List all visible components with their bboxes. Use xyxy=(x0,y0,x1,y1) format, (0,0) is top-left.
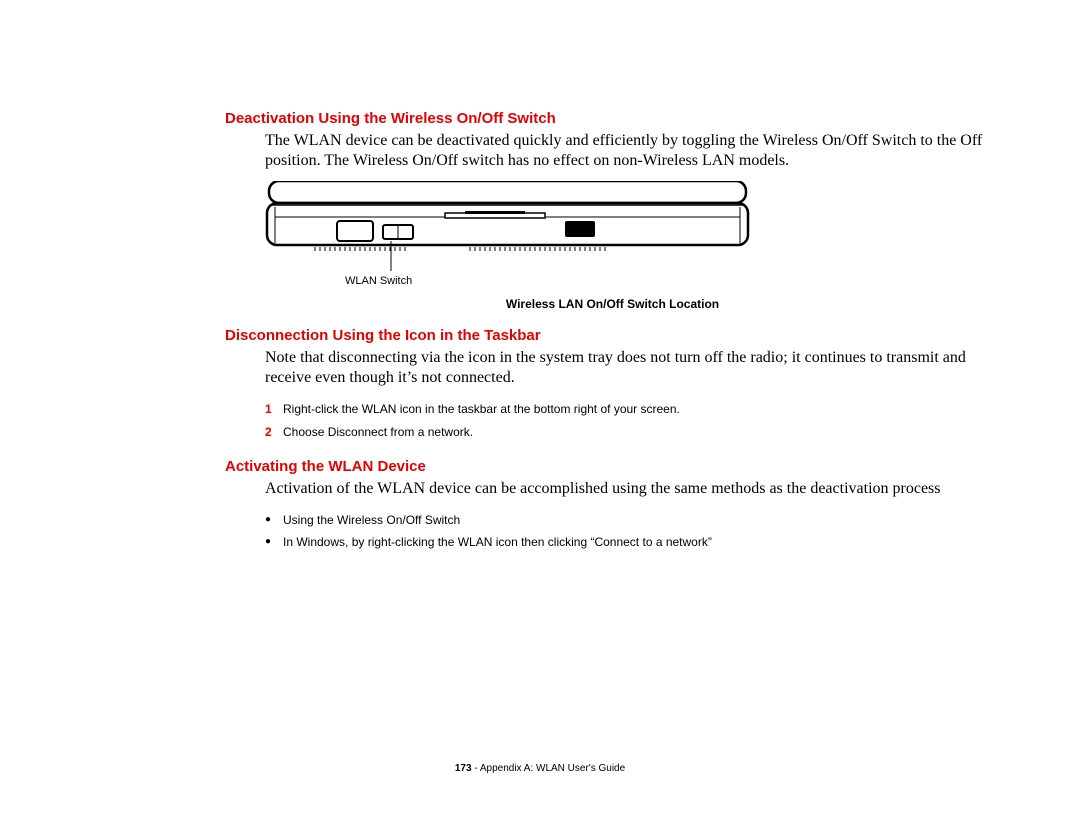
body-disconnection: Note that disconnecting via the icon in … xyxy=(265,348,1000,388)
bullet-row: ● In Windows, by right-clicking the WLAN… xyxy=(265,531,1000,554)
bullet-icon: ● xyxy=(265,531,283,554)
step-text: Right-click the WLAN icon in the taskbar… xyxy=(283,398,680,421)
body-activating: Activation of the WLAN device can be acc… xyxy=(265,479,1000,499)
heading-activating: Activating the WLAN Device xyxy=(225,458,1000,475)
bullet-text: In Windows, by right-clicking the WLAN i… xyxy=(283,531,712,554)
step-number: 2 xyxy=(265,421,283,444)
callout-wlan-switch: WLAN Switch xyxy=(345,275,1000,287)
step-row: 1 Right-click the WLAN icon in the taskb… xyxy=(265,398,1000,421)
footer-sep: - xyxy=(472,763,480,774)
page-number: 173 xyxy=(455,763,472,774)
heading-disconnection: Disconnection Using the Icon in the Task… xyxy=(225,327,1000,344)
steps-list: 1 Right-click the WLAN icon in the taskb… xyxy=(265,398,1000,444)
heading-deactivation: Deactivation Using the Wireless On/Off S… xyxy=(225,110,1000,127)
bullet-list: ● Using the Wireless On/Off Switch ● In … xyxy=(265,509,1000,555)
bullet-text: Using the Wireless On/Off Switch xyxy=(283,509,460,532)
page-footer: 173 - Appendix A: WLAN User's Guide xyxy=(0,763,1080,774)
step-text: Choose Disconnect from a network. xyxy=(283,421,473,444)
bullet-row: ● Using the Wireless On/Off Switch xyxy=(265,509,1000,532)
step-row: 2 Choose Disconnect from a network. xyxy=(265,421,1000,444)
bullet-icon: ● xyxy=(265,509,283,532)
figure-caption: Wireless LAN On/Off Switch Location xyxy=(225,297,1000,311)
step-number: 1 xyxy=(265,398,283,421)
footer-title: Appendix A: WLAN User's Guide xyxy=(480,763,625,774)
laptop-side-illustration xyxy=(265,181,750,273)
body-deactivation: The WLAN device can be deactivated quick… xyxy=(265,131,1000,171)
figure-wlan-switch: WLAN Switch xyxy=(265,181,1000,287)
